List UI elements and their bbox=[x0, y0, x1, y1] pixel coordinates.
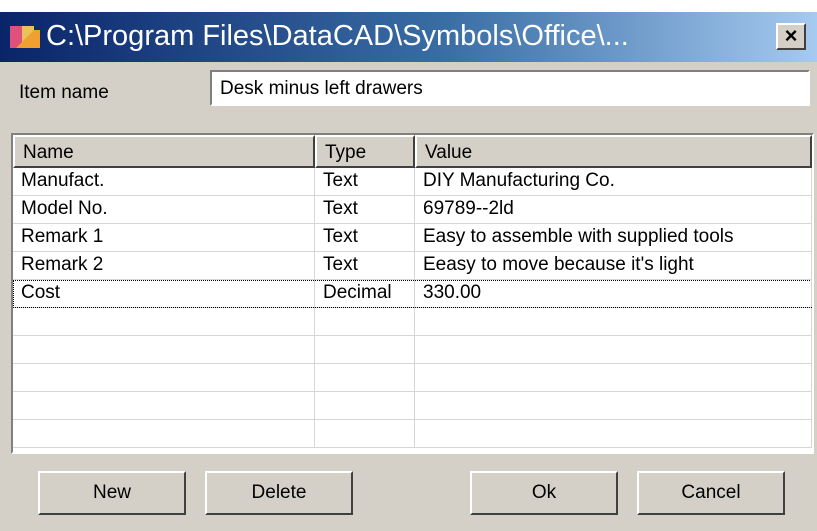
cell-value[interactable] bbox=[415, 420, 812, 447]
cell-type[interactable] bbox=[315, 420, 415, 447]
cell-name[interactable] bbox=[13, 336, 315, 363]
column-header-type[interactable]: Type bbox=[315, 135, 415, 168]
cell-value[interactable] bbox=[415, 364, 812, 391]
cell-value[interactable]: Easy to assemble with supplied tools bbox=[415, 224, 812, 251]
cell-name[interactable]: Remark 1 bbox=[13, 224, 315, 251]
cell-type[interactable]: Text bbox=[315, 252, 415, 279]
table-row[interactable] bbox=[13, 336, 812, 364]
cell-type[interactable] bbox=[315, 364, 415, 391]
cell-type[interactable] bbox=[315, 308, 415, 335]
table-row[interactable] bbox=[13, 308, 812, 336]
cell-name[interactable] bbox=[13, 420, 315, 447]
table-row[interactable]: Cost Decimal 330.00 bbox=[13, 280, 812, 308]
cancel-button[interactable]: Cancel bbox=[637, 471, 785, 515]
app-icon bbox=[10, 24, 40, 50]
cell-name[interactable]: Manufact. bbox=[13, 168, 315, 195]
table-row[interactable] bbox=[13, 364, 812, 392]
cell-value[interactable] bbox=[415, 308, 812, 335]
new-button[interactable]: New bbox=[38, 471, 186, 515]
table-row[interactable]: Remark 2 Text Eeasy to move because it's l… bbox=[13, 252, 812, 280]
symbol-attributes-dialog: C:\Program Files\DataCAD\Symbols\Office\… bbox=[0, 0, 817, 531]
table-row[interactable]: Remark 1 Text Easy to assemble with suppli… bbox=[13, 224, 812, 252]
top-strip bbox=[0, 0, 817, 12]
table-row[interactable] bbox=[13, 392, 812, 420]
table-row[interactable]: Manufact. Text DIY Manufacturing Co. bbox=[13, 168, 812, 196]
cell-value[interactable] bbox=[415, 392, 812, 419]
table-header: Name Type Value bbox=[13, 135, 812, 168]
cell-type[interactable]: Text bbox=[315, 168, 415, 195]
cell-name[interactable]: Remark 2 bbox=[13, 252, 315, 279]
cell-type[interactable]: Decimal bbox=[315, 280, 415, 307]
cell-type[interactable] bbox=[315, 392, 415, 419]
cell-type[interactable]: Text bbox=[315, 224, 415, 251]
window-title: C:\Program Files\DataCAD\Symbols\Office\… bbox=[46, 20, 629, 52]
cell-name[interactable] bbox=[13, 364, 315, 391]
cell-name[interactable]: Cost bbox=[13, 280, 315, 307]
item-name-label: Item name bbox=[19, 82, 109, 103]
table-row[interactable]: Model No. Text 69789--2ld bbox=[13, 196, 812, 224]
cell-name[interactable] bbox=[13, 308, 315, 335]
attributes-table[interactable]: Name Type Value Manufact. Text DIY Manufac… bbox=[11, 133, 814, 454]
column-header-name[interactable]: Name bbox=[13, 135, 315, 168]
cell-value[interactable]: 330.00 bbox=[415, 280, 812, 307]
cell-type[interactable] bbox=[315, 336, 415, 363]
cell-name[interactable]: Model No. bbox=[13, 196, 315, 223]
title-bar[interactable]: C:\Program Files\DataCAD\Symbols\Office\… bbox=[0, 12, 817, 62]
cell-name[interactable] bbox=[13, 392, 315, 419]
table-row[interactable] bbox=[13, 420, 812, 448]
cell-value[interactable]: Eeasy to move because it's light bbox=[415, 252, 812, 279]
delete-button[interactable]: Delete bbox=[205, 471, 353, 515]
cell-value[interactable]: 69789--2ld bbox=[415, 196, 812, 223]
cell-value[interactable]: DIY Manufacturing Co. bbox=[415, 168, 812, 195]
column-header-value[interactable]: Value bbox=[415, 135, 812, 168]
item-name-field[interactable]: Desk minus left drawers bbox=[210, 70, 810, 106]
ok-button[interactable]: Ok bbox=[470, 471, 618, 515]
cell-value[interactable] bbox=[415, 336, 812, 363]
close-icon[interactable]: × bbox=[776, 23, 806, 50]
cell-type[interactable]: Text bbox=[315, 196, 415, 223]
